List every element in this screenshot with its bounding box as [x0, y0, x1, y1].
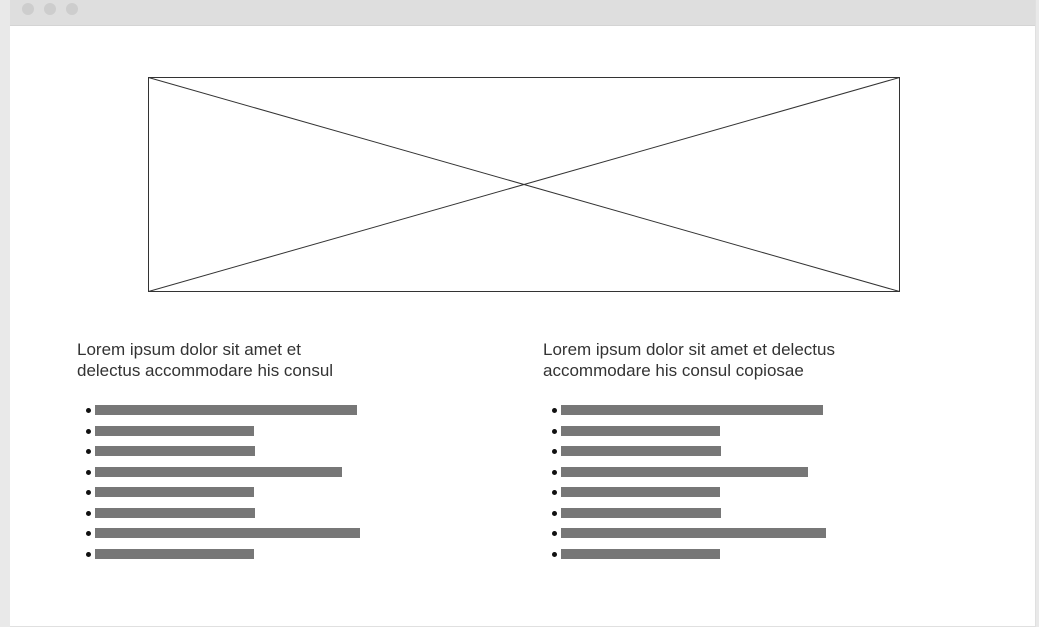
- close-window-button[interactable]: [22, 3, 34, 15]
- bullet-icon: [86, 511, 91, 516]
- image-placeholder: [148, 77, 900, 292]
- text-placeholder-bar: [561, 528, 826, 538]
- left-heading-line-2: delectus accommodare his consul: [77, 361, 334, 380]
- bullet-icon: [552, 408, 557, 413]
- bullet-icon: [552, 449, 557, 454]
- text-placeholder-bar: [95, 508, 255, 518]
- bullet-icon: [552, 490, 557, 495]
- text-placeholder-bar: [561, 487, 720, 497]
- bullet-icon: [86, 470, 91, 475]
- left-bullet-list: [77, 405, 360, 565]
- right-column: Lorem ipsum dolor sit amet et delectus a…: [543, 339, 835, 565]
- right-bullet-list: [543, 405, 835, 565]
- bullet-icon: [86, 531, 91, 536]
- bullet-icon: [86, 449, 91, 454]
- bullet-icon: [552, 470, 557, 475]
- text-placeholder-bar: [561, 426, 720, 436]
- text-placeholder-bar: [561, 467, 808, 477]
- text-placeholder-bar: [95, 405, 357, 415]
- text-placeholder-bar: [561, 508, 721, 518]
- right-heading-line-2: accommodare his consul copiosae: [543, 361, 804, 380]
- text-placeholder-bar: [561, 446, 721, 456]
- bullet-icon: [86, 490, 91, 495]
- text-placeholder-bar: [95, 426, 254, 436]
- bullet-icon: [552, 429, 557, 434]
- bullet-icon: [86, 552, 91, 557]
- bullet-icon: [552, 511, 557, 516]
- left-heading-line-1: Lorem ipsum dolor sit amet et: [77, 340, 301, 359]
- text-placeholder-bar: [95, 446, 255, 456]
- text-placeholder-bar: [95, 549, 254, 559]
- bullet-icon: [86, 408, 91, 413]
- text-placeholder-bar: [95, 487, 254, 497]
- text-placeholder-bar: [561, 405, 823, 415]
- bullet-icon: [86, 429, 91, 434]
- text-placeholder-bar: [561, 549, 720, 559]
- maximize-window-button[interactable]: [66, 3, 78, 15]
- left-column: Lorem ipsum dolor sit amet et delectus a…: [77, 339, 360, 565]
- right-heading-line-1: Lorem ipsum dolor sit amet et delectus: [543, 340, 835, 359]
- browser-window: Lorem ipsum dolor sit amet et delectus a…: [10, 0, 1036, 627]
- title-bar: [10, 0, 1035, 26]
- text-placeholder-bar: [95, 467, 342, 477]
- minimize-window-button[interactable]: [44, 3, 56, 15]
- left-column-heading: Lorem ipsum dolor sit amet et delectus a…: [77, 339, 333, 381]
- bullet-icon: [552, 552, 557, 557]
- image-placeholder-icon: [148, 77, 900, 292]
- right-column-heading: Lorem ipsum dolor sit amet et delectus a…: [543, 339, 835, 381]
- bullet-icon: [552, 531, 557, 536]
- text-placeholder-bar: [95, 528, 360, 538]
